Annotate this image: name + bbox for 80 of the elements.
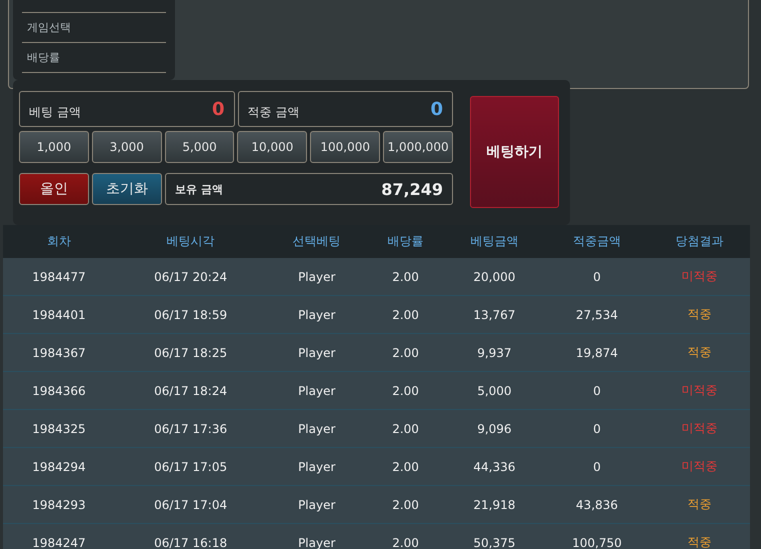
table-cell: 0 [544, 448, 650, 486]
bet-amount-label: 베팅 금액 [29, 104, 81, 120]
menu-item[interactable]: 게임선택 [22, 13, 166, 43]
bet-amount-value: 0 [212, 98, 224, 120]
menu-item[interactable]: 배당률 [22, 43, 166, 73]
table-cell: 06/17 17:04 [114, 486, 266, 524]
table-cell: 2.00 [367, 486, 444, 524]
table-cell: 2.00 [367, 448, 444, 486]
column-header: 당첨결과 [649, 225, 750, 258]
table-cell: 0 [544, 372, 650, 410]
column-header: 베팅시각 [114, 225, 266, 258]
table-cell: 19,874 [544, 334, 650, 372]
table-cell: 2.00 [367, 524, 444, 549]
table-cell: 27,534 [544, 296, 650, 334]
result-cell: 적중 [649, 486, 750, 524]
win-amount-value: 0 [430, 98, 443, 120]
table-cell: 2.00 [367, 296, 444, 334]
table-cell: 100,750 [544, 524, 650, 549]
table-cell: Player [266, 448, 368, 486]
table-cell: 13,767 [444, 296, 545, 334]
table-cell: 50,375 [444, 524, 545, 549]
table-cell: 06/17 16:18 [114, 524, 266, 549]
chip-button[interactable]: 3,000 [92, 131, 162, 163]
table-cell: 5,000 [444, 372, 545, 410]
column-header: 배당률 [367, 225, 444, 258]
chip-button[interactable]: 100,000 [310, 131, 380, 163]
table-cell: 06/17 17:36 [114, 410, 266, 448]
table-cell: Player [266, 410, 368, 448]
table-cell: 1984293 [3, 486, 115, 524]
table-cell: 2.00 [367, 372, 444, 410]
chip-button[interactable]: 10,000 [237, 131, 308, 163]
table-cell: 1984477 [3, 258, 115, 296]
result-cell: 미적중 [649, 372, 750, 410]
column-header: 선택베팅 [266, 225, 368, 258]
balance-label: 보유 금액 [175, 182, 223, 196]
table-cell: 1984294 [3, 448, 115, 486]
result-cell: 적중 [649, 334, 750, 372]
column-header: 적중금액 [544, 225, 650, 258]
table-cell: 06/17 18:24 [114, 372, 266, 410]
all-in-button[interactable]: 올인 [19, 173, 89, 205]
result-cell: 미적중 [649, 410, 750, 448]
table-cell: 9,096 [444, 410, 545, 448]
table-cell: 1984366 [3, 372, 115, 410]
result-cell: 미적중 [649, 258, 750, 296]
balance-value: 87,249 [381, 180, 443, 198]
table-cell: 2.00 [367, 410, 444, 448]
table-cell: 21,918 [444, 486, 545, 524]
table-cell: 06/17 18:25 [114, 334, 266, 372]
result-cell: 적중 [649, 524, 750, 549]
table-cell: 1984367 [3, 334, 115, 372]
table-cell: Player [266, 296, 368, 334]
chip-button[interactable]: 1,000 [19, 131, 89, 163]
table-cell: 43,836 [544, 486, 650, 524]
table-cell: 1984401 [3, 296, 115, 334]
table-cell: 0 [544, 258, 650, 296]
table-cell: 44,336 [444, 448, 545, 486]
result-cell: 미적중 [649, 448, 750, 486]
table-cell: Player [266, 372, 368, 410]
chip-button[interactable]: 1,000,000 [383, 131, 453, 163]
table-cell: Player [266, 486, 368, 524]
result-cell: 적중 [649, 296, 750, 334]
table-cell: 06/17 18:59 [114, 296, 266, 334]
table-cell: Player [266, 524, 368, 549]
table-cell: Player [266, 258, 368, 296]
reset-button[interactable]: 초기화 [92, 173, 162, 205]
table-cell: 0 [544, 410, 650, 448]
table-cell: 20,000 [444, 258, 545, 296]
table-cell: Player [266, 334, 368, 372]
table-cell: 2.00 [367, 258, 444, 296]
table-cell: 06/17 17:05 [114, 448, 266, 486]
table-cell: 2.00 [367, 334, 444, 372]
chip-button[interactable]: 5,000 [164, 131, 234, 163]
win-amount-label: 적중 금액 [248, 104, 300, 120]
table-cell: 1984325 [3, 410, 115, 448]
table-cell: 9,937 [444, 334, 545, 372]
place-bet-button[interactable]: 베팅하기 [470, 96, 559, 208]
column-header: 회차 [3, 225, 115, 258]
table-cell: 06/17 20:24 [114, 258, 266, 296]
column-header: 베팅금액 [444, 225, 545, 258]
table-cell: 1984247 [3, 524, 115, 549]
